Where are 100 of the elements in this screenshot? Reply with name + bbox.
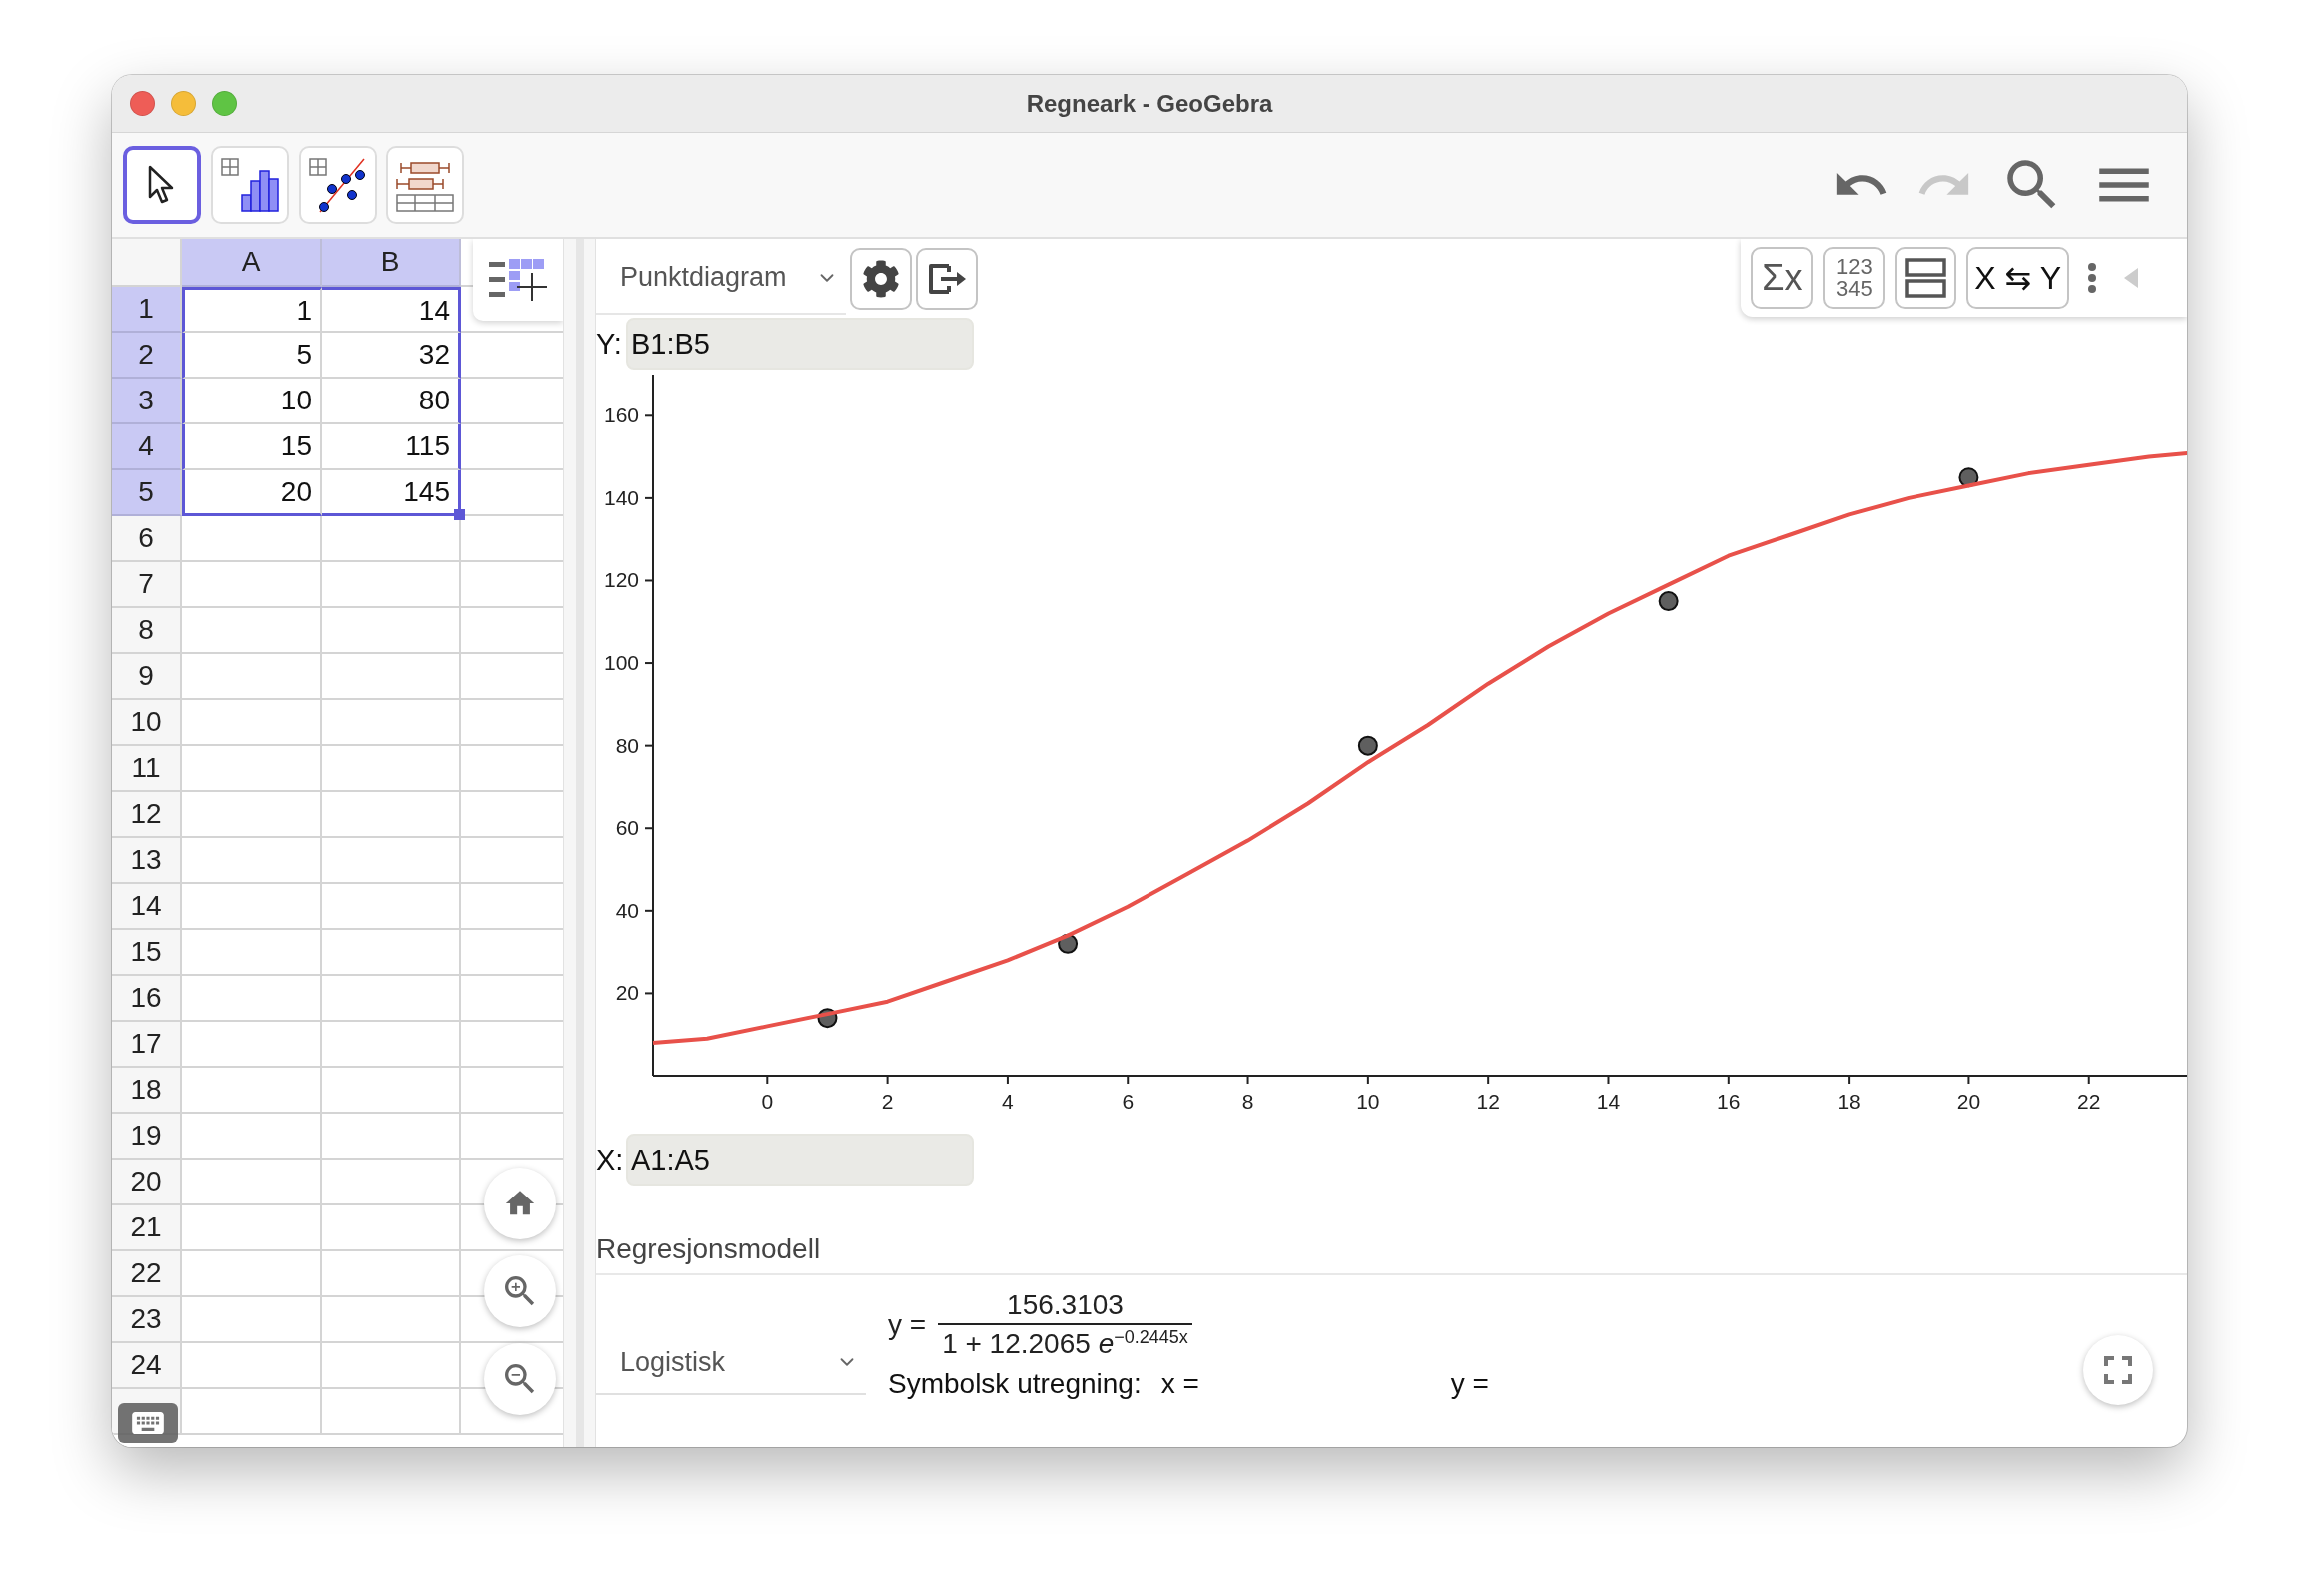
table-cell[interactable] <box>182 1297 322 1343</box>
section-title: Regresjonsmodell <box>596 1233 821 1265</box>
settings-button[interactable] <box>850 247 912 310</box>
tool-button[interactable] <box>123 146 201 224</box>
row-header[interactable]: 12 <box>112 792 182 838</box>
row-header[interactable]: 4 <box>112 424 182 470</box>
statistics-button[interactable]: Σx <box>1751 247 1814 309</box>
table-cell[interactable] <box>182 654 322 700</box>
table-cell[interactable]: 115 <box>322 424 461 470</box>
table-cell[interactable] <box>322 1205 461 1251</box>
table-cell[interactable]: 145 <box>322 470 461 516</box>
table-cell[interactable] <box>322 838 461 884</box>
table-cell[interactable] <box>322 976 461 1022</box>
axis-label: 60 <box>615 816 639 840</box>
table-cell[interactable] <box>322 608 461 654</box>
export-icon <box>927 261 967 296</box>
fullscreen-button[interactable] <box>2083 1335 2153 1405</box>
row-header[interactable]: 10 <box>112 700 182 746</box>
input-field[interactable]: B1:B5 <box>626 318 974 370</box>
table-cell[interactable]: 32 <box>322 333 461 379</box>
row-header[interactable]: 2 <box>112 333 182 379</box>
table-cell[interactable] <box>182 1205 322 1251</box>
input-field[interactable]: A1:A5 <box>626 1134 974 1186</box>
row-header[interactable]: 17 <box>112 1022 182 1068</box>
row-header[interactable]: 24 <box>112 1343 182 1389</box>
row-header[interactable]: 23 <box>112 1297 182 1343</box>
table-cell[interactable] <box>182 562 322 608</box>
row-header[interactable]: 22 <box>112 1251 182 1297</box>
table-cell[interactable] <box>182 838 322 884</box>
table-cell[interactable] <box>182 1389 322 1435</box>
minimize-button[interactable] <box>171 91 196 116</box>
row-header[interactable]: 21 <box>112 1205 182 1251</box>
table-cell[interactable] <box>322 930 461 976</box>
table-cell[interactable] <box>182 884 322 930</box>
table-cell[interactable]: 80 <box>322 379 461 424</box>
row-header[interactable]: 18 <box>112 1068 182 1114</box>
row-header[interactable]: 6 <box>112 516 182 562</box>
column-header[interactable]: B <box>322 239 461 287</box>
row-header[interactable]: 1 <box>112 287 182 333</box>
zoom-out-button[interactable] <box>484 1343 556 1415</box>
keyboard-button[interactable] <box>118 1403 178 1443</box>
table-cell[interactable] <box>182 1114 322 1160</box>
column-header[interactable]: A <box>182 239 322 287</box>
table-cell[interactable] <box>322 1114 461 1160</box>
table-cell[interactable] <box>182 746 322 792</box>
data-button[interactable]: 123 345 <box>1823 247 1886 309</box>
table-cell[interactable] <box>182 1251 322 1297</box>
row-header[interactable]: 8 <box>112 608 182 654</box>
close-button[interactable] <box>130 91 155 116</box>
swap-axes-button[interactable]: X ⇆ Y <box>1966 247 2069 309</box>
layout-button[interactable] <box>1895 247 1957 309</box>
table-cell[interactable] <box>182 976 322 1022</box>
axis-label: 100 <box>603 651 639 675</box>
table-cell[interactable] <box>322 654 461 700</box>
table-cell[interactable] <box>322 746 461 792</box>
row-header[interactable]: 13 <box>112 838 182 884</box>
table-cell[interactable] <box>182 792 322 838</box>
table-cell[interactable] <box>322 700 461 746</box>
row-header[interactable]: 19 <box>112 1114 182 1160</box>
row-header[interactable]: 20 <box>112 1160 182 1205</box>
table-cell[interactable] <box>322 562 461 608</box>
table-cell[interactable] <box>182 700 322 746</box>
row-header[interactable]: 7 <box>112 562 182 608</box>
row-header[interactable]: 9 <box>112 654 182 700</box>
table-cell[interactable] <box>322 1297 461 1343</box>
table-cell[interactable] <box>322 1343 461 1389</box>
table-cell[interactable] <box>322 792 461 838</box>
row-header[interactable]: 5 <box>112 470 182 516</box>
table-cell[interactable]: 14 <box>322 287 461 333</box>
table-cell[interactable] <box>322 1160 461 1205</box>
table-cell[interactable] <box>322 884 461 930</box>
row-header[interactable]: 16 <box>112 976 182 1022</box>
table-cell[interactable] <box>182 516 322 562</box>
table-cell[interactable] <box>322 1068 461 1114</box>
table-cell[interactable]: 10 <box>182 379 322 424</box>
table-cell[interactable] <box>182 1068 322 1114</box>
table-cell[interactable]: 5 <box>182 333 322 379</box>
table-cell[interactable] <box>322 1022 461 1068</box>
table-cell[interactable]: 1 <box>182 287 322 333</box>
zoom-in-button[interactable] <box>484 1255 556 1327</box>
row-header[interactable]: 11 <box>112 746 182 792</box>
splitter-handle[interactable] <box>575 239 584 1447</box>
spreadsheet-options-button[interactable] <box>473 239 563 321</box>
table-cell[interactable]: 20 <box>182 470 322 516</box>
table-cell[interactable] <box>182 1343 322 1389</box>
table-cell[interactable] <box>182 1022 322 1068</box>
row-header[interactable]: 14 <box>112 884 182 930</box>
table-cell[interactable]: 15 <box>182 424 322 470</box>
histogram-icon <box>220 157 280 213</box>
table-cell[interactable] <box>182 608 322 654</box>
table-cell[interactable] <box>182 930 322 976</box>
row-header[interactable]: 3 <box>112 379 182 424</box>
table-cell[interactable] <box>322 1389 461 1435</box>
zoom-button[interactable] <box>212 91 237 116</box>
export-button[interactable] <box>916 247 978 310</box>
fill-handle[interactable] <box>454 509 465 520</box>
home-button[interactable] <box>484 1168 556 1239</box>
table-cell[interactable] <box>182 1160 322 1205</box>
row-header[interactable]: 15 <box>112 930 182 976</box>
table-cell[interactable] <box>322 1251 461 1297</box>
